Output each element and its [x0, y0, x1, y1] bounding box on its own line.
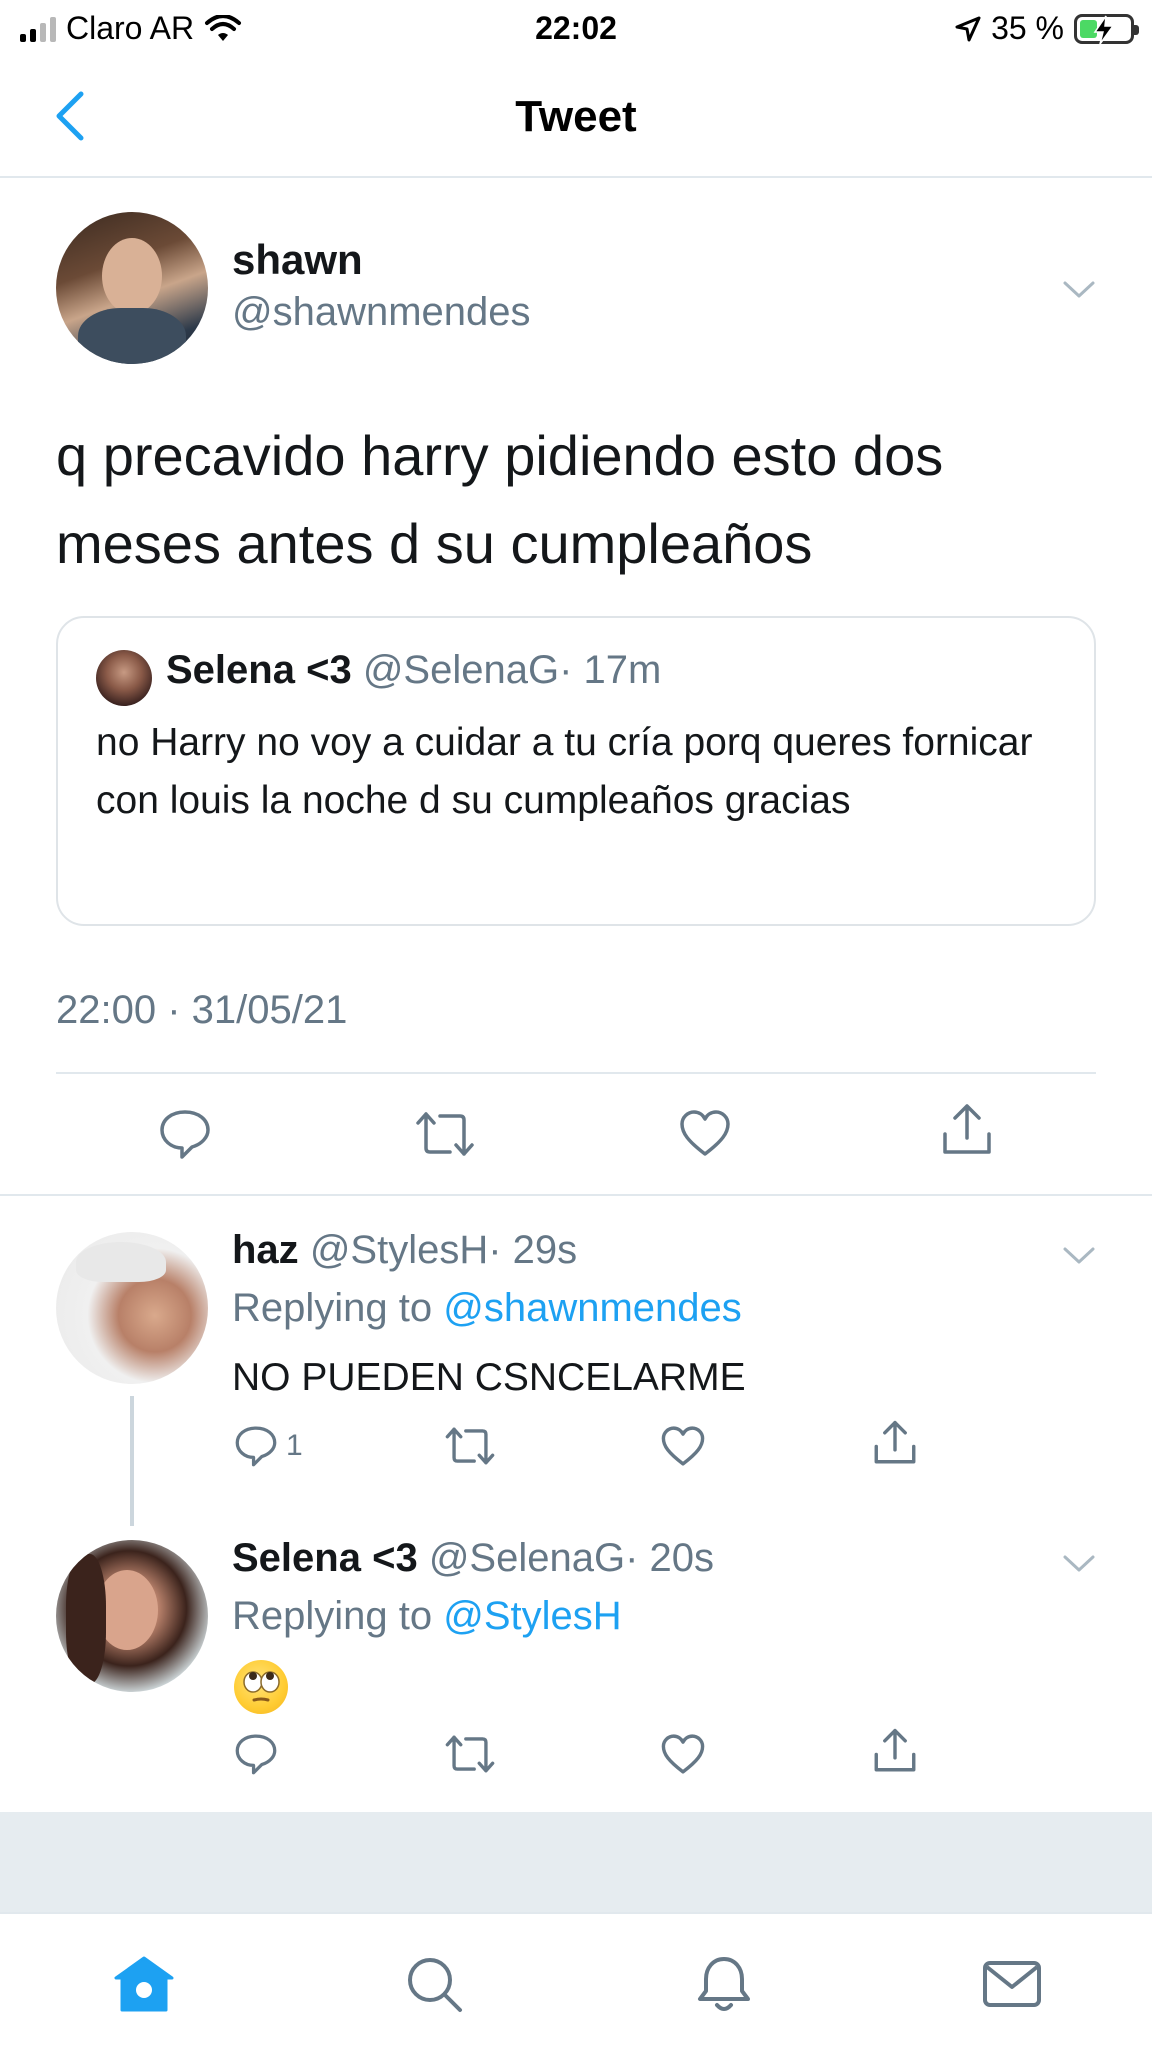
- status-bar: Claro AR 22:02 35 %: [0, 0, 1152, 58]
- share-icon: [874, 1420, 916, 1464]
- tweet-actions: [0, 1090, 1152, 1176]
- reply-time: · 20s: [625, 1536, 715, 1580]
- tab-bar: [0, 1912, 1152, 2048]
- replying-to-mention[interactable]: @shawnmendes: [443, 1286, 742, 1330]
- retweet-button[interactable]: [444, 1424, 496, 1468]
- tweet-text: q precavido harry pidiendo esto dos mese…: [56, 424, 944, 575]
- tab-notifications[interactable]: [684, 1944, 764, 2024]
- author-name[interactable]: shawn: [232, 236, 363, 284]
- like-button[interactable]: [660, 1424, 706, 1468]
- reply-tweet[interactable]: haz @StylesH· 29s Replying to @shawnmend…: [0, 1196, 1152, 1526]
- share-icon: [943, 1104, 991, 1154]
- retweet-icon: [445, 1735, 495, 1773]
- reply-author-name[interactable]: haz: [232, 1228, 299, 1272]
- notifications-icon: [698, 1957, 750, 2011]
- battery-icon: [1074, 13, 1139, 44]
- heart-icon: [661, 1426, 705, 1466]
- page-title: Tweet: [515, 92, 637, 141]
- chevron-down-icon: [1063, 281, 1095, 298]
- retweet-icon: [416, 1112, 474, 1156]
- quoted-time: · 17m: [559, 648, 662, 692]
- like-button[interactable]: [660, 1732, 706, 1776]
- tweet-options-button[interactable]: [1054, 1544, 1104, 1584]
- share-button[interactable]: [872, 1418, 918, 1468]
- reply-header: Selena <3 @SelenaG· 20s: [232, 1536, 714, 1581]
- messages-icon: [983, 1961, 1041, 2007]
- chevron-down-icon: [1063, 1247, 1095, 1264]
- charging-bolt-icon: [1093, 15, 1115, 44]
- nav-bar: Tweet: [0, 58, 1152, 178]
- quoted-text: no Harry no voy a cuidar a tu cría porq …: [96, 721, 1033, 822]
- like-button[interactable]: [678, 1108, 732, 1158]
- author-handle[interactable]: @shawnmendes: [232, 290, 531, 335]
- avatar[interactable]: [56, 212, 208, 364]
- heart-icon: [680, 1110, 730, 1156]
- replying-to-mention[interactable]: @StylesH: [443, 1594, 621, 1638]
- tweet-options-button[interactable]: [1054, 1236, 1104, 1276]
- replying-to: Replying to @shawnmendes: [232, 1286, 742, 1331]
- share-button[interactable]: [940, 1102, 994, 1158]
- replying-to: Replying to @StylesH: [232, 1594, 622, 1639]
- reply-button[interactable]: [158, 1108, 212, 1160]
- divider: [56, 1072, 1096, 1074]
- avatar[interactable]: [56, 1540, 208, 1692]
- reply-text: NO PUEDEN CSNCELARME: [232, 1356, 746, 1399]
- reply-tweet[interactable]: Selena <3 @SelenaG· 20s Replying to @Sty…: [0, 1504, 1152, 1812]
- reply-icon: [235, 1734, 277, 1775]
- quoted-author-name: Selena <3: [166, 648, 352, 692]
- emoji-face: [243, 1671, 280, 1702]
- reply-author-handle[interactable]: @SelenaG: [429, 1536, 625, 1580]
- face-with-rolling-eyes-icon: [234, 1660, 288, 1714]
- reply-icon: [160, 1110, 210, 1159]
- timeline-end-spacer: [0, 1812, 1152, 1912]
- reply-header: haz @StylesH· 29s: [232, 1228, 577, 1273]
- reply-icon: [235, 1426, 277, 1467]
- reply-author-name[interactable]: Selena <3: [232, 1536, 418, 1580]
- retweet-button[interactable]: [414, 1108, 476, 1160]
- reply-count: 1: [286, 1429, 303, 1462]
- reply-button[interactable]: [234, 1732, 278, 1776]
- replying-to-label: Replying to: [232, 1286, 433, 1330]
- share-button[interactable]: [872, 1726, 918, 1776]
- avatar[interactable]: [56, 1232, 208, 1384]
- home-icon: [114, 1956, 174, 2012]
- status-bar-right: 35 %: [955, 10, 1139, 47]
- chevron-down-icon: [1063, 1555, 1095, 1572]
- tab-search[interactable]: [394, 1944, 474, 2024]
- tab-messages[interactable]: [972, 1944, 1052, 2024]
- reply-author-handle[interactable]: @StylesH: [310, 1228, 488, 1272]
- battery-percent: 35 %: [991, 10, 1064, 46]
- retweet-icon: [445, 1427, 495, 1465]
- quoted-avatar: [96, 650, 152, 706]
- location-arrow-icon: [955, 16, 981, 41]
- quoted-author-handle: @SelenaG: [362, 648, 560, 692]
- reply-button[interactable]: 1: [234, 1424, 303, 1468]
- share-icon: [874, 1728, 916, 1772]
- reply-time: · 29s: [488, 1228, 578, 1272]
- tab-home[interactable]: [104, 1944, 184, 2024]
- replying-to-label: Replying to: [232, 1594, 433, 1638]
- quoted-tweet[interactable]: Selena <3 @SelenaG· 17m no Harry no voy …: [56, 616, 1096, 926]
- heart-icon: [661, 1734, 705, 1774]
- tweet-timestamp: 22:00 · 31/05/21: [56, 988, 348, 1032]
- search-icon: [408, 1958, 462, 2012]
- retweet-button[interactable]: [444, 1732, 496, 1776]
- tweet-options-button[interactable]: [1054, 270, 1104, 310]
- main-tweet: shawn @shawnmendes q precavido harry pid…: [0, 180, 1152, 1196]
- quoted-header: Selena <3 @SelenaG· 17m: [166, 648, 661, 693]
